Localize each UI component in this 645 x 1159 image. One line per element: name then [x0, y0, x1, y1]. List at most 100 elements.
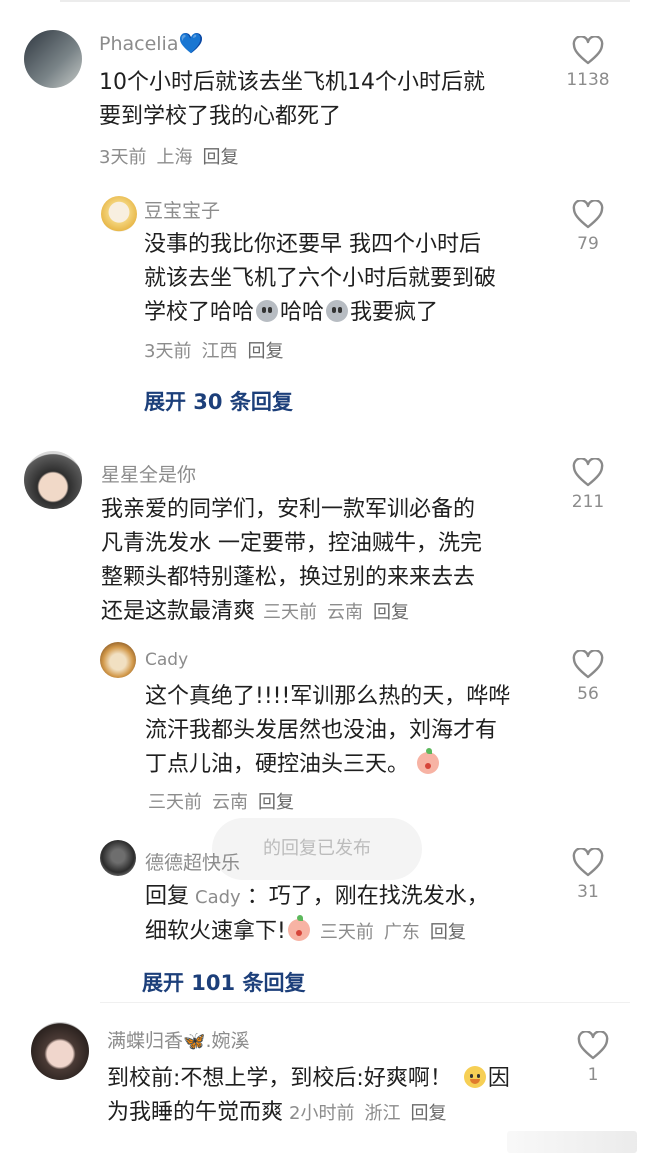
- timestamp: 三天前: [319, 922, 374, 943]
- timestamp: 3天前: [144, 341, 192, 362]
- comment-line: 要到学校了我的心都死了: [99, 104, 342, 129]
- comment-meta: 2小时前 浙江 回复: [289, 1103, 456, 1124]
- reply-posted-toast: 的回复已发布: [212, 818, 422, 880]
- blue-heart-icon: 💙: [178, 31, 204, 55]
- username[interactable]: 星星全是你: [101, 460, 196, 487]
- text-segment: 到校前:不想上学，到校后:好爽啊！: [107, 1066, 452, 1091]
- avatar[interactable]: [100, 840, 136, 876]
- top-divider: [60, 0, 630, 2]
- location: 浙江: [364, 1103, 401, 1124]
- comment-meta: 三天前 云南 回复: [263, 602, 419, 623]
- timestamp: 三天前: [148, 792, 202, 813]
- comment-text: 回复 Cady ：巧了，刚在找洗发水， 细软火速拿下! 三天前 广东 回复: [145, 880, 489, 950]
- avatar[interactable]: [101, 196, 137, 232]
- expand-replies-button[interactable]: 展开 30 条回复: [144, 386, 293, 416]
- divider: [100, 1002, 630, 1003]
- comment-text: 没事的我比你还要早 我四个小时后 就该去坐飞机了六个小时后就要到破 学校了哈哈哈…: [144, 228, 496, 330]
- location: 江西: [201, 341, 238, 362]
- grey-sob-emoji-icon: [326, 300, 349, 322]
- watermark: [507, 1131, 637, 1153]
- heart-outline-icon: [572, 458, 604, 487]
- text-segment: 哈哈: [280, 300, 325, 325]
- avatar[interactable]: [31, 1022, 89, 1080]
- timestamp: 2小时前: [289, 1103, 355, 1124]
- reply-button[interactable]: 回复: [430, 922, 466, 943]
- comment-line: 流汗我都头发居然也没油，刘海才有: [145, 718, 498, 743]
- username[interactable]: Phacelia💙: [99, 31, 203, 55]
- comment-line: 丁点儿油，硬控油头三天。: [145, 748, 510, 782]
- location: 云南: [212, 792, 248, 813]
- like-count: 1138: [566, 70, 610, 90]
- text-segment: 我要疯了: [350, 300, 439, 325]
- comment-meta: 3天前 上海 回复: [99, 143, 248, 169]
- like-count: 79: [577, 234, 599, 254]
- timestamp: 3天前: [99, 147, 147, 168]
- avatar[interactable]: [24, 451, 82, 509]
- comment-line: 10个小时后就该去坐飞机14个小时后就: [99, 70, 485, 95]
- comment-line: 回复 Cady ：巧了，刚在找洗发水，: [145, 880, 489, 915]
- avatar[interactable]: [24, 30, 82, 88]
- username[interactable]: 豆宝宝子: [144, 196, 220, 223]
- like-button[interactable]: 1: [568, 1031, 618, 1085]
- comment-meta: 三天前 广东 回复: [320, 922, 476, 943]
- comment-text: 到校前:不想上学，到校后:好爽啊！ 因 为我睡的午觉而爽 2小时前 浙江 回复: [107, 1062, 510, 1131]
- butterfly-icon: 🦋: [183, 1031, 206, 1052]
- comment-line: 我亲爱的同学们，安利一款军训必备的: [101, 497, 476, 522]
- text-segment: 细软火速拿下!: [145, 919, 286, 944]
- expand-replies-button[interactable]: 展开 101 条回复: [142, 967, 305, 997]
- username-suffix: .婉溪: [205, 1030, 250, 1052]
- comment-meta: 三天前 云南 回复: [148, 788, 304, 814]
- peach-emoji-icon: [287, 915, 310, 941]
- comment-text: 这个真绝了!!!!军训那么热的天，哗哗 流汗我都头发居然也没油，刘海才有 丁点儿…: [145, 680, 510, 782]
- username[interactable]: Cady: [145, 650, 188, 670]
- like-button[interactable]: 211: [563, 458, 613, 512]
- grey-sob-emoji-icon: [256, 300, 279, 322]
- like-count: 211: [571, 492, 605, 512]
- comment-line: 整颗头都特别蓬松，换过别的来来去去: [101, 565, 476, 590]
- reply-prefix: 回复: [145, 884, 190, 909]
- comment-line: 学校了哈哈 哈哈 我要疯了: [144, 296, 496, 330]
- comment-line: 细软火速拿下! 三天前 广东 回复: [145, 915, 489, 950]
- text-segment: 学校了哈哈: [144, 300, 255, 325]
- reply-button[interactable]: 回复: [202, 147, 238, 168]
- username[interactable]: 满蝶归香🦋.婉溪: [107, 1026, 249, 1053]
- like-button[interactable]: 1138: [563, 36, 613, 90]
- location: 云南: [327, 602, 364, 623]
- heart-outline-icon: [572, 36, 604, 65]
- comment-line: 没事的我比你还要早 我四个小时后: [144, 232, 481, 257]
- timestamp: 三天前: [263, 602, 318, 623]
- username-text: 满蝶归香: [107, 1030, 184, 1052]
- avatar[interactable]: [100, 642, 136, 678]
- text-segment: 巧了，刚在找洗发水，: [268, 884, 489, 909]
- comment-line: 到校前:不想上学，到校后:好爽啊！ 因: [107, 1062, 510, 1096]
- reply-button[interactable]: 回复: [258, 792, 294, 813]
- comment-meta: 3天前 江西 回复: [144, 337, 293, 363]
- comment-line: 就该去坐飞机了六个小时后就要到破: [144, 266, 497, 291]
- comment-text: 我亲爱的同学们，安利一款军训必备的 凡青洗发水 一定要带，控油贼牛，洗完 整颗头…: [101, 493, 482, 630]
- mention-link[interactable]: Cady: [195, 887, 241, 908]
- like-button[interactable]: 79: [563, 200, 613, 254]
- username[interactable]: 德德超快乐: [145, 848, 240, 875]
- heart-outline-icon: [572, 200, 604, 229]
- location: 上海: [156, 147, 193, 168]
- like-button[interactable]: 31: [563, 848, 613, 902]
- username-text: Phacelia: [99, 33, 179, 55]
- text-segment: 为我睡的午觉而爽: [107, 1100, 284, 1125]
- heart-outline-icon: [577, 1031, 609, 1060]
- location: 广东: [383, 922, 420, 943]
- text-segment: 还是这款最清爽: [101, 599, 256, 624]
- duck-laugh-emoji-icon: [463, 1066, 486, 1088]
- comment-line: 还是这款最清爽 三天前 云南 回复: [101, 595, 482, 630]
- heart-outline-icon: [572, 650, 604, 679]
- reply-button[interactable]: 回复: [410, 1103, 446, 1124]
- like-button[interactable]: 56: [563, 650, 613, 704]
- reply-button[interactable]: 回复: [373, 602, 409, 623]
- heart-outline-icon: [572, 848, 604, 877]
- like-count: 1: [587, 1065, 599, 1085]
- text-segment: ：: [246, 884, 269, 909]
- reply-button[interactable]: 回复: [247, 341, 283, 362]
- comment-line: 这个真绝了!!!!军训那么热的天，哗哗: [145, 684, 511, 709]
- text-segment: 因: [487, 1066, 510, 1091]
- like-count: 31: [577, 882, 599, 902]
- peach-shocked-emoji-icon: [417, 748, 440, 774]
